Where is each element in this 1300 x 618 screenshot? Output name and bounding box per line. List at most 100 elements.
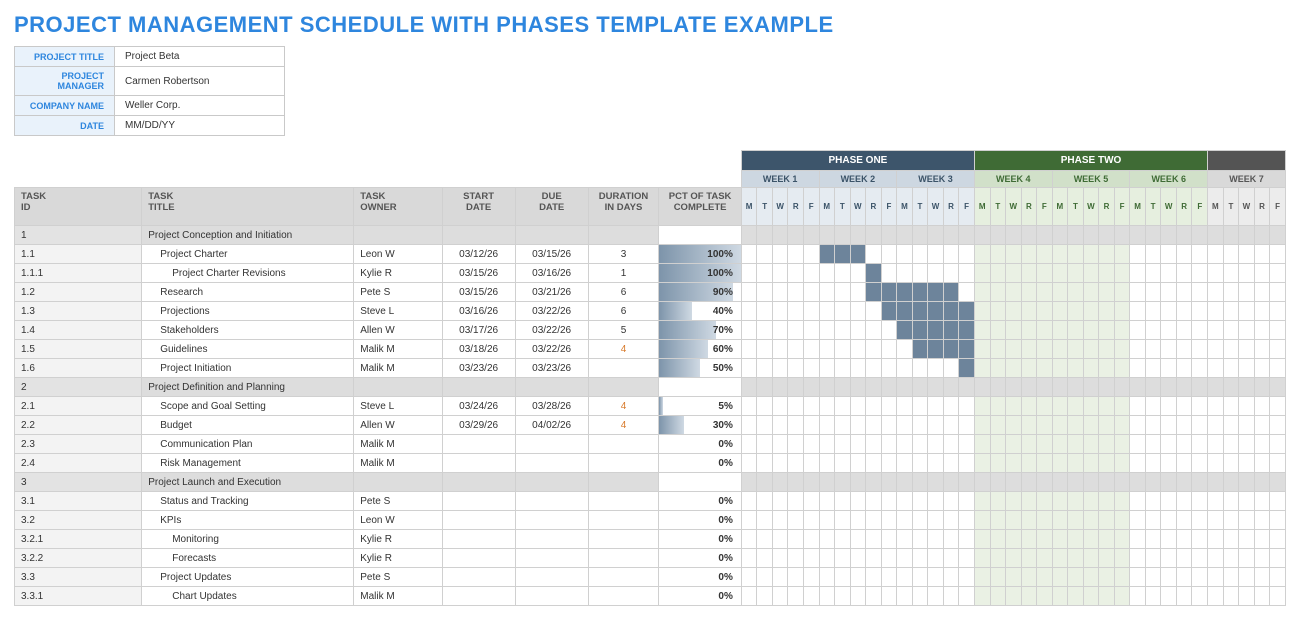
task-row[interactable]: 3.2.1MonitoringKylie R0% [15,530,1286,549]
cell-task-title[interactable]: Project Initiation [142,359,354,378]
cell-task-title[interactable]: Forecasts [142,549,354,568]
cell-start[interactable] [442,378,515,397]
cell-owner[interactable]: Steve L [354,397,442,416]
cell-task-id[interactable]: 3 [15,473,142,492]
cell-due[interactable] [515,454,588,473]
cell-owner[interactable]: Malik M [354,454,442,473]
meta-value-project-manager[interactable]: Carmen Robertson [115,67,285,96]
cell-owner[interactable] [354,226,442,245]
cell-task-title[interactable]: Project Updates [142,568,354,587]
cell-start[interactable]: 03/12/26 [442,245,515,264]
cell-task-id[interactable]: 2.4 [15,454,142,473]
cell-dur[interactable]: 4 [588,340,659,359]
cell-dur[interactable] [588,473,659,492]
cell-due[interactable]: 03/22/26 [515,302,588,321]
cell-owner[interactable]: Pete S [354,283,442,302]
cell-task-title[interactable]: KPIs [142,511,354,530]
cell-task-title[interactable]: Budget [142,416,354,435]
cell-dur[interactable] [588,435,659,454]
cell-dur[interactable] [588,378,659,397]
cell-due[interactable] [515,511,588,530]
cell-due[interactable] [515,492,588,511]
cell-task-title[interactable]: Project Charter [142,245,354,264]
cell-task-id[interactable]: 3.1 [15,492,142,511]
meta-value-date[interactable]: MM/DD/YY [115,116,285,136]
cell-pct[interactable]: 0% [659,454,742,473]
cell-owner[interactable]: Malik M [354,587,442,606]
cell-pct[interactable]: 30% [659,416,742,435]
task-row[interactable]: 2.1Scope and Goal SettingSteve L03/24/26… [15,397,1286,416]
cell-due[interactable]: 03/22/26 [515,340,588,359]
cell-due[interactable] [515,435,588,454]
cell-owner[interactable]: Kylie R [354,264,442,283]
cell-start[interactable] [442,530,515,549]
task-row[interactable]: 1.6Project InitiationMalik M03/23/2603/2… [15,359,1286,378]
cell-pct[interactable]: 5% [659,397,742,416]
cell-dur[interactable] [588,454,659,473]
cell-start[interactable] [442,435,515,454]
cell-dur[interactable]: 6 [588,302,659,321]
cell-task-id[interactable]: 1.6 [15,359,142,378]
cell-task-id[interactable]: 3.2.2 [15,549,142,568]
cell-due[interactable] [515,226,588,245]
cell-owner[interactable]: Kylie R [354,549,442,568]
cell-due[interactable] [515,378,588,397]
cell-task-title[interactable]: Stakeholders [142,321,354,340]
cell-task-id[interactable]: 2.2 [15,416,142,435]
cell-dur[interactable]: 4 [588,397,659,416]
cell-owner[interactable]: Kylie R [354,530,442,549]
cell-start[interactable] [442,587,515,606]
task-row[interactable]: 2.3Communication PlanMalik M 0% [15,435,1286,454]
task-row[interactable]: 3.2.2ForecastsKylie R0% [15,549,1286,568]
cell-pct[interactable]: 0% [659,568,742,587]
cell-due[interactable] [515,587,588,606]
cell-start[interactable]: 03/23/26 [442,359,515,378]
cell-task-title[interactable]: Scope and Goal Setting [142,397,354,416]
cell-pct[interactable]: 0% [659,435,742,454]
cell-task-title[interactable]: Research [142,283,354,302]
cell-task-title[interactable]: Status and Tracking [142,492,354,511]
cell-task-id[interactable]: 1.2 [15,283,142,302]
cell-task-title[interactable]: Project Conception and Initiation [142,226,354,245]
cell-dur[interactable] [588,492,659,511]
cell-owner[interactable]: Pete S [354,492,442,511]
cell-owner[interactable]: Allen W [354,416,442,435]
cell-due[interactable] [515,473,588,492]
cell-start[interactable] [442,454,515,473]
cell-task-title[interactable]: Project Charter Revisions [142,264,354,283]
cell-task-id[interactable]: 2.1 [15,397,142,416]
cell-task-title[interactable]: Communication Plan [142,435,354,454]
section-row[interactable]: 3Project Launch and Execution [15,473,1286,492]
cell-start[interactable]: 03/15/26 [442,283,515,302]
cell-pct[interactable]: 70% [659,321,742,340]
cell-start[interactable] [442,473,515,492]
cell-owner[interactable]: Leon W [354,511,442,530]
cell-start[interactable] [442,568,515,587]
cell-task-id[interactable]: 1.5 [15,340,142,359]
task-row[interactable]: 3.3.1Chart UpdatesMalik M0% [15,587,1286,606]
meta-value-project-title[interactable]: Project Beta [115,47,285,67]
cell-start[interactable]: 03/17/26 [442,321,515,340]
task-row[interactable]: 1.1.1Project Charter RevisionsKylie R03/… [15,264,1286,283]
cell-task-id[interactable]: 1.3 [15,302,142,321]
cell-owner[interactable]: Malik M [354,359,442,378]
cell-task-title[interactable]: Chart Updates [142,587,354,606]
cell-dur[interactable] [588,530,659,549]
cell-dur[interactable]: 6 [588,283,659,302]
cell-due[interactable]: 04/02/26 [515,416,588,435]
cell-owner[interactable]: Allen W [354,321,442,340]
cell-pct[interactable] [659,226,742,245]
cell-due[interactable] [515,549,588,568]
cell-start[interactable]: 03/16/26 [442,302,515,321]
task-row[interactable]: 2.4Risk ManagementMalik M0% [15,454,1286,473]
cell-due[interactable]: 03/28/26 [515,397,588,416]
section-row[interactable]: 1Project Conception and Initiation [15,226,1286,245]
task-row[interactable]: 1.2ResearchPete S03/15/2603/21/26690% [15,283,1286,302]
cell-owner[interactable] [354,378,442,397]
cell-owner[interactable]: Malik M [354,435,442,454]
cell-pct[interactable] [659,378,742,397]
cell-task-id[interactable]: 2.3 [15,435,142,454]
cell-start[interactable] [442,549,515,568]
task-row[interactable]: 1.3ProjectionsSteve L03/16/2603/22/26640… [15,302,1286,321]
cell-task-id[interactable]: 1.1.1 [15,264,142,283]
